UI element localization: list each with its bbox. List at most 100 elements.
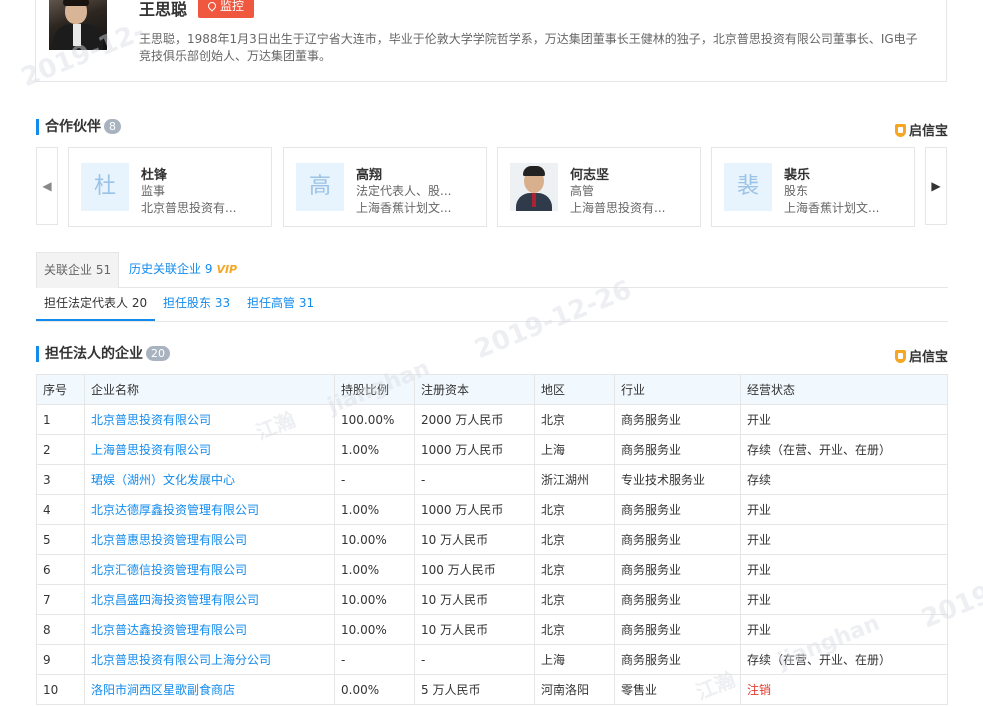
location-pin-icon (206, 0, 218, 12)
table-row: 6 北京汇德信投资管理有限公司 1.00% 100 万人民币 北京 商务服务业 开业 (36, 554, 948, 585)
cell-capital: 10 万人民币 (414, 584, 535, 615)
cell-region: 浙江湖州 (534, 464, 615, 495)
table-row: 10 洛阳市涧西区星歌副食商店 0.00% 5 万人民币 河南洛阳 零售业 注销 (36, 674, 948, 705)
partner-company: 北京普思投资有... (141, 201, 237, 215)
legal-rep-count-badge: 20 (146, 346, 170, 361)
carousel-next-button[interactable]: ▶ (925, 147, 947, 225)
tab-history-related[interactable]: 历史关联企业 9 VIP (129, 252, 237, 287)
cell-capital: 1000 万人民币 (414, 494, 535, 525)
qixinbao-brand: 启信宝 (894, 346, 948, 365)
table-row: 8 北京普达鑫投资管理有限公司 10.00% 10 万人民币 北京 商务服务业 开业 (36, 614, 948, 645)
cell-company[interactable]: 北京普思投资有限公司 (84, 404, 335, 435)
partner-card[interactable]: 高 高翔 法定代表人、股... 上海香蕉计划文... (283, 147, 487, 227)
partner-card[interactable]: 何志坚 高管 上海普思投资有... (497, 147, 701, 227)
cell-industry: 商务服务业 (614, 494, 741, 525)
partner-company: 上海香蕉计划文... (784, 201, 880, 215)
cell-capital: 10 万人民币 (414, 614, 535, 645)
person-name: 王思聪 (139, 0, 188, 19)
cell-company[interactable]: 北京达德厚鑫投资管理有限公司 (84, 494, 335, 525)
cell-industry: 商务服务业 (614, 434, 741, 465)
cell-index: 4 (36, 494, 85, 525)
table-row: 2 上海普思投资有限公司 1.00% 1000 万人民币 上海 商务服务业 存续（在营、开业… (36, 434, 948, 465)
cell-company[interactable]: 上海普思投资有限公司 (84, 434, 335, 465)
cell-status: 开业 (740, 584, 948, 615)
cell-company[interactable]: 北京普思投资有限公司上海分公司 (84, 644, 335, 675)
cell-share: 1.00% (334, 494, 415, 525)
partner-name: 裴乐 (784, 168, 811, 183)
cell-capital: - (414, 644, 535, 675)
col-header-industry: 行业 (614, 374, 741, 405)
role-subtabs: 担任法定代表人 20 担任股东 33 担任高管 31 (36, 288, 948, 322)
partner-card[interactable]: 杜 杜锋 监事 北京普思投资有... (68, 147, 272, 227)
partner-avatar: 杜 (81, 163, 129, 211)
relation-tabs: 关联企业 51 历史关联企业 9 VIP (36, 252, 948, 288)
cell-share: 1.00% (334, 434, 415, 465)
cell-status: 开业 (740, 404, 948, 435)
cell-index: 3 (36, 464, 85, 495)
partner-name: 高翔 (356, 168, 383, 183)
partner-company: 上海香蕉计划文... (356, 201, 452, 215)
cell-index: 1 (36, 404, 85, 435)
col-header-region: 地区 (534, 374, 615, 405)
table-row: 4 北京达德厚鑫投资管理有限公司 1.00% 1000 万人民币 北京 商务服务业 开业 (36, 494, 948, 525)
partners-count-badge: 8 (104, 119, 121, 134)
col-header-capital: 注册资本 (414, 374, 535, 405)
table-row: 9 北京普思投资有限公司上海分公司 - - 上海 商务服务业 存续（在营、开业、在册） (36, 644, 948, 675)
cell-company[interactable]: 北京汇德信投资管理有限公司 (84, 554, 335, 585)
partner-card[interactable]: 裴 裴乐 股东 上海香蕉计划文... (711, 147, 915, 227)
cell-company[interactable]: 洛阳市涧西区星歌副食商店 (84, 674, 335, 705)
shield-icon (894, 350, 906, 363)
cell-region: 北京 (534, 494, 615, 525)
cell-region: 北京 (534, 404, 615, 435)
cell-status: 存续（在营、开业、在册） (740, 434, 948, 465)
cell-share: - (334, 644, 415, 675)
cell-capital: 100 万人民币 (414, 554, 535, 585)
cell-capital: 1000 万人民币 (414, 434, 535, 465)
col-header-status: 经营状态 (740, 374, 948, 405)
cell-company[interactable]: 珺娱（湖州）文化发展中心 (84, 464, 335, 495)
partner-role: 股东 (784, 184, 809, 198)
partner-company: 上海普思投资有... (570, 201, 666, 215)
partner-role: 监事 (141, 184, 166, 198)
cell-capital: 10 万人民币 (414, 524, 535, 555)
vip-badge: VIP (216, 263, 238, 276)
partner-photo (510, 163, 558, 211)
col-header-share: 持股比例 (334, 374, 415, 405)
cell-industry: 专业技术服务业 (614, 464, 741, 495)
subtab-legal-rep[interactable]: 担任法定代表人 20 (36, 288, 156, 321)
cell-capital: 5 万人民币 (414, 674, 535, 705)
cell-share: 0.00% (334, 674, 415, 705)
shield-icon (894, 124, 906, 137)
cell-index: 7 (36, 584, 85, 615)
qixinbao-brand: 启信宝 (894, 120, 948, 139)
subtab-executive[interactable]: 担任高管 31 (247, 288, 314, 319)
cell-industry: 商务服务业 (614, 404, 741, 435)
table-row: 7 北京昌盛四海投资管理有限公司 10.00% 10 万人民币 北京 商务服务业 开业 (36, 584, 948, 615)
chevron-left-icon: ◀ (42, 179, 52, 193)
partner-avatar: 高 (296, 163, 344, 211)
companies-table: 序号 企业名称 持股比例 注册资本 地区 行业 经营状态 1 北京普思投资有限公司… (36, 374, 948, 705)
tab-related-companies[interactable]: 关联企业 51 (36, 252, 120, 288)
profile-card: 王思聪 监控 王思聪，1988年1月3日出生于辽宁省大连市，毕业于伦敦大学学院哲… (35, 0, 947, 82)
cell-region: 上海 (534, 644, 615, 675)
cell-share: 10.00% (334, 614, 415, 645)
subtab-shareholder[interactable]: 担任股东 33 (163, 288, 230, 319)
cell-status: 存续（在营、开业、在册） (740, 644, 948, 675)
cell-region: 河南洛阳 (534, 674, 615, 705)
cell-share: 10.00% (334, 524, 415, 555)
cell-index: 8 (36, 614, 85, 645)
cell-status: 存续 (740, 464, 948, 495)
monitor-button[interactable]: 监控 (198, 0, 254, 18)
cell-industry: 商务服务业 (614, 644, 741, 675)
cell-company[interactable]: 北京昌盛四海投资管理有限公司 (84, 584, 335, 615)
partners-section-title: 合作伙伴 8 (36, 119, 121, 135)
partner-avatar: 裴 (724, 163, 772, 211)
cell-index: 5 (36, 524, 85, 555)
table-row: 3 珺娱（湖州）文化发展中心 - - 浙江湖州 专业技术服务业 存续 (36, 464, 948, 495)
cell-company[interactable]: 北京普惠思投资管理有限公司 (84, 524, 335, 555)
partner-name: 杜锋 (141, 168, 168, 183)
carousel-prev-button[interactable]: ◀ (36, 147, 58, 225)
cell-industry: 零售业 (614, 674, 741, 705)
cell-company[interactable]: 北京普达鑫投资管理有限公司 (84, 614, 335, 645)
col-header-company: 企业名称 (84, 374, 335, 405)
